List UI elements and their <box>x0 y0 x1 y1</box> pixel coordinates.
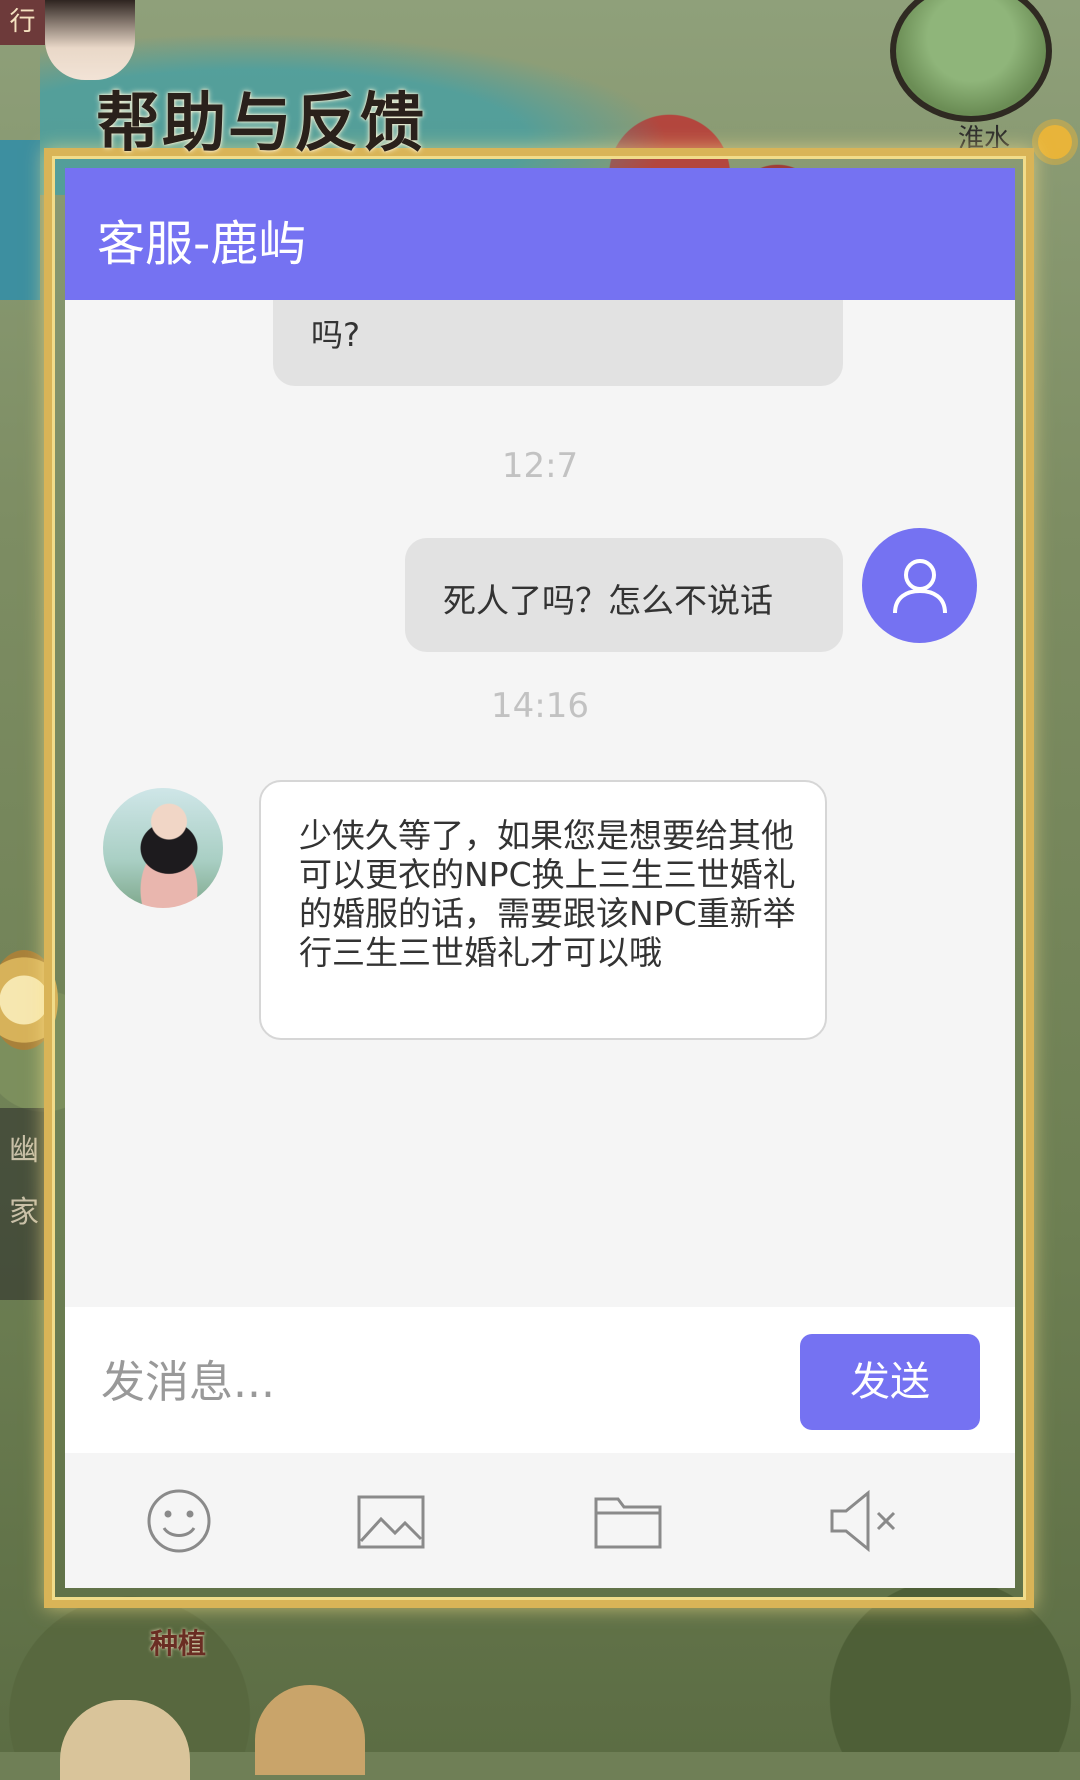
planting-label: 种植 <box>150 1627 207 1660</box>
left-panel-label-2: 家 <box>9 1195 39 1230</box>
chat-panel: 客服-鹿屿 吗? 12:7 死人了吗？怎么不说话 14:16 少侠久等了，如果您… <box>65 168 1015 1588</box>
folder-icon[interactable] <box>592 1485 664 1557</box>
message-text: 死人了吗？怎么不说话 <box>443 581 773 620</box>
message-bubble-agent: 少侠久等了，如果您是想要给其他可以更衣的NPC换上三生三世婚礼的婚服的话，需要跟… <box>259 780 827 1040</box>
message-timestamp: 14:16 <box>491 686 589 726</box>
message-text: 吗? <box>311 316 360 354</box>
message-bubble-user: 死人了吗？怎么不说话 <box>405 538 843 652</box>
chat-header-title: 客服-鹿屿 <box>97 216 307 272</box>
chat-toolbar <box>65 1453 1015 1588</box>
image-icon[interactable] <box>355 1485 427 1557</box>
message-list[interactable]: 吗? 12:7 死人了吗？怎么不说话 14:16 少侠久等了，如果您是想要给其他… <box>65 300 1015 1307</box>
emoji-icon[interactable] <box>143 1485 215 1557</box>
mute-icon[interactable] <box>828 1485 900 1557</box>
send-button[interactable]: 发送 <box>800 1334 980 1430</box>
user-icon <box>893 559 947 614</box>
side-tab[interactable]: 行 <box>0 0 45 45</box>
left-side-panel[interactable]: 幽 家 <box>0 1108 48 1300</box>
message-text: 少侠久等了，如果您是想要给其他可以更衣的NPC换上三生三世婚礼的婚服的话，需要跟… <box>299 816 796 972</box>
message-timestamp: 12:7 <box>501 446 579 486</box>
agent-avatar <box>103 788 223 908</box>
user-avatar <box>862 528 977 643</box>
left-panel-label-1: 幽 <box>9 1133 39 1168</box>
sun-icon <box>1038 125 1072 159</box>
river <box>0 140 40 300</box>
message-bubble-user: 吗? <box>273 300 843 386</box>
dialog-title: 帮助与反馈 <box>96 86 426 161</box>
chat-header: 客服-鹿屿 <box>65 168 1015 300</box>
player-portrait[interactable] <box>45 0 135 80</box>
message-input[interactable] <box>99 1343 763 1421</box>
input-bar: 发送 <box>65 1307 1015 1453</box>
